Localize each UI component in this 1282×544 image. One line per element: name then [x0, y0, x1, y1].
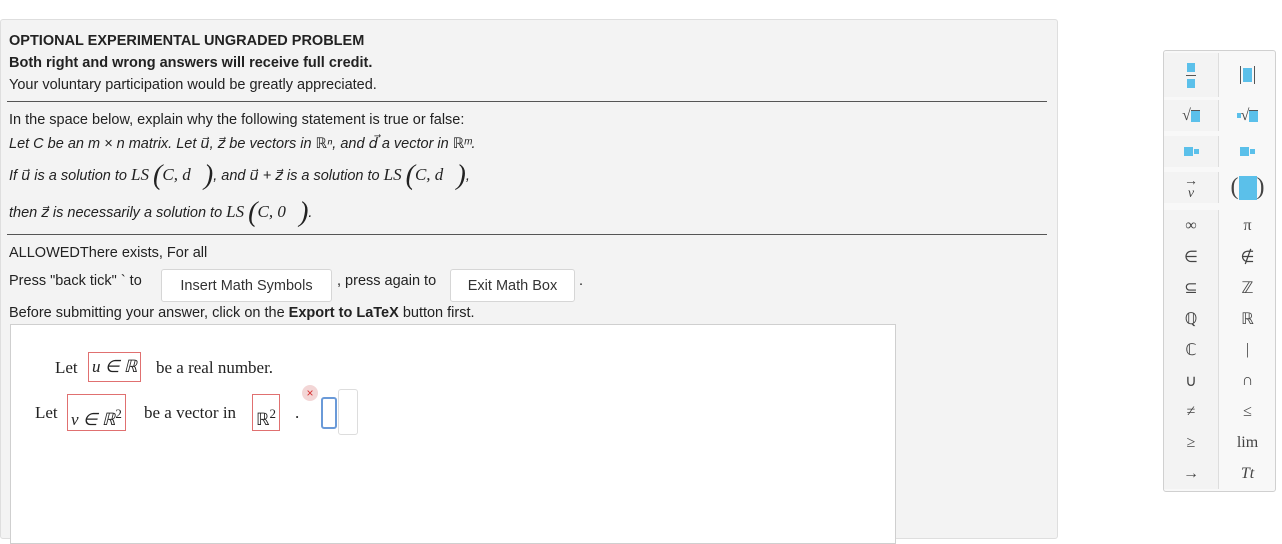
answer-editor[interactable] [10, 324, 896, 544]
nth-root-button[interactable]: √ [1220, 100, 1275, 131]
statement-line-1: Let C be an m × n matrix. Let u⃗, z⃗ be … [9, 136, 476, 152]
subset-button[interactable]: ⊆ [1164, 272, 1219, 303]
element-of-button[interactable]: ∈ [1164, 241, 1219, 272]
math-input-frame[interactable] [338, 389, 358, 435]
not-element-of-button[interactable]: ∉ [1220, 241, 1275, 272]
arrow-button[interactable]: → [1164, 458, 1219, 489]
reals-button[interactable]: ℝ [1220, 303, 1275, 334]
editor-row1-let: Let [55, 358, 78, 377]
complex-button[interactable]: ℂ [1164, 334, 1219, 365]
divider-middle [7, 234, 1047, 235]
sqrt-button[interactable]: √ [1164, 100, 1219, 131]
fraction-button[interactable] [1164, 53, 1219, 97]
greater-equal-button[interactable]: ≥ [1164, 427, 1219, 458]
active-math-input[interactable] [321, 397, 337, 429]
editor-row2-text: be a vector in [144, 403, 237, 422]
union-button[interactable]: ∪ [1164, 365, 1219, 396]
back-tick-instruction: Press "back tick" ` to [9, 273, 142, 289]
text-mode-button[interactable]: Tt [1220, 458, 1275, 489]
math-box-r2[interactable]: ℝ2 [252, 394, 280, 431]
insert-math-symbols-button[interactable]: Insert Math Symbols [161, 269, 332, 302]
rationals-button[interactable]: ℚ [1164, 303, 1219, 334]
editor-row2-let: Let [35, 403, 58, 422]
participation-note: Your voluntary participation would be gr… [9, 77, 377, 93]
instruction-period: . [579, 273, 584, 289]
divider-top [7, 101, 1047, 102]
problem-title: OPTIONAL EXPERIMENTAL UNGRADED PROBLEM [9, 33, 365, 49]
editor-row1-text: be a real number. [156, 358, 274, 377]
problem-intro: In the space below, explain why the foll… [9, 112, 465, 128]
export-instruction: Before submitting your answer, click on … [9, 305, 475, 321]
parentheses-button[interactable]: () [1220, 172, 1275, 203]
divides-button[interactable]: | [1220, 334, 1275, 365]
press-again-text: , press again to [337, 273, 437, 289]
math-symbol-palette: √ √ → v () ∞ π ∈ ∉ ⊆ ℤ ℚ ℝ ℂ | ∪ ∩ ≠ ≤ ≥ … [1163, 50, 1276, 492]
pi-button[interactable]: π [1220, 210, 1275, 241]
infinity-button[interactable]: ∞ [1164, 210, 1219, 241]
editor-row2-period: . [295, 403, 300, 422]
limit-button[interactable]: lim [1220, 427, 1275, 458]
absolute-value-button[interactable] [1220, 59, 1275, 90]
integers-button[interactable]: ℤ [1220, 272, 1275, 303]
vector-button[interactable]: → v [1164, 172, 1219, 203]
statement-line-3: then z⃗ is necessarily a solution to LS … [9, 197, 313, 228]
statement-line-2: If u⃗ is a solution to LS (C, d⃗), and u… [9, 160, 470, 191]
subscript-button[interactable] [1220, 136, 1275, 167]
less-equal-button[interactable]: ≤ [1220, 396, 1275, 427]
allowed-quantifiers: ALLOWEDThere exists, For all [9, 245, 208, 261]
exit-math-box-button[interactable]: Exit Math Box [450, 269, 575, 302]
close-math-box-icon[interactable]: × [302, 385, 318, 401]
superscript-button[interactable] [1164, 136, 1219, 167]
math-box-v-in-r2[interactable]: v ∈ ℝ2 [67, 394, 126, 431]
not-equal-button[interactable]: ≠ [1164, 396, 1219, 427]
intersection-button[interactable]: ∩ [1220, 365, 1275, 396]
math-box-u-in-r[interactable]: u ∈ ℝ [88, 352, 142, 382]
problem-subtitle: Both right and wrong answers will receiv… [9, 55, 373, 71]
